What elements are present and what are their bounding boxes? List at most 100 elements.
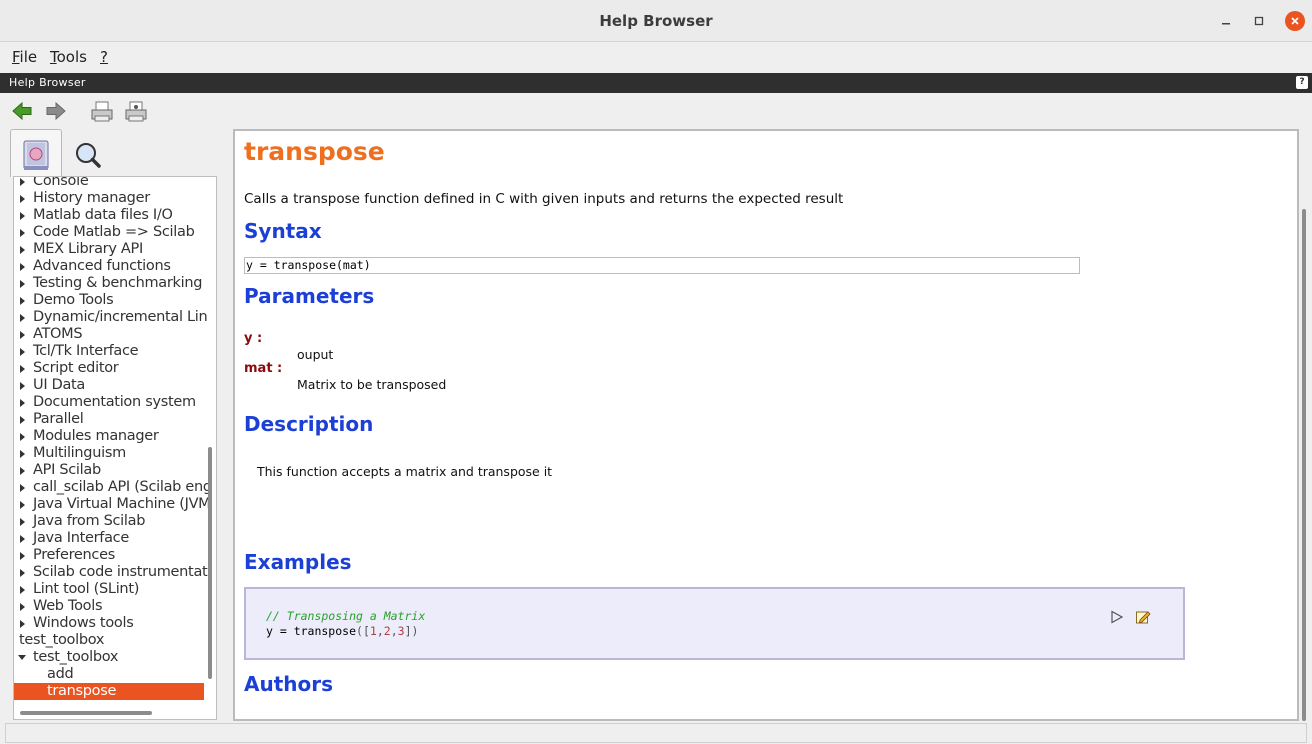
tree-item[interactable]: Dynamic/incremental Lin bbox=[14, 309, 208, 326]
tree-item[interactable]: ATOMS bbox=[14, 326, 204, 343]
tree-item[interactable]: Multilinguism bbox=[14, 445, 204, 462]
help-book-icon bbox=[23, 140, 49, 170]
tree-item[interactable]: test_toolbox bbox=[14, 632, 204, 649]
collapsed-arrow-icon[interactable] bbox=[20, 195, 25, 203]
tree-item[interactable]: Documentation system bbox=[14, 394, 204, 411]
run-example-button[interactable] bbox=[1110, 609, 1124, 628]
collapsed-arrow-icon[interactable] bbox=[20, 348, 25, 356]
collapsed-arrow-icon[interactable] bbox=[20, 399, 25, 407]
tree-item[interactable]: Code Matlab => Scilab bbox=[14, 224, 204, 241]
tree-item[interactable]: MEX Library API bbox=[14, 241, 204, 258]
tree-item-label: Preferences bbox=[33, 547, 115, 563]
tree-item-label: test_toolbox bbox=[19, 632, 105, 648]
collapsed-arrow-icon[interactable] bbox=[20, 569, 25, 577]
tree-item-label: Lint tool (SLint) bbox=[33, 581, 140, 597]
help-tree[interactable]: Console History manager Matlab data files … bbox=[13, 176, 217, 720]
tree-item[interactable]: Tcl/Tk Interface bbox=[14, 343, 204, 360]
back-button[interactable] bbox=[11, 100, 33, 126]
menu-tools[interactable]: Tools bbox=[50, 48, 87, 66]
tab-contents[interactable] bbox=[10, 129, 62, 177]
tree-item-label: Java from Scilab bbox=[33, 513, 146, 529]
tree-item[interactable]: Matlab data files I/O bbox=[14, 207, 204, 224]
collapsed-arrow-icon[interactable] bbox=[20, 535, 25, 543]
collapsed-arrow-icon[interactable] bbox=[20, 467, 25, 475]
page-title: transpose bbox=[244, 137, 385, 166]
tree-item[interactable]: Demo Tools bbox=[14, 292, 204, 309]
maximize-icon bbox=[1254, 16, 1264, 26]
collapsed-arrow-icon[interactable] bbox=[20, 501, 25, 509]
play-icon bbox=[1111, 610, 1124, 624]
menu-file[interactable]: File bbox=[12, 48, 37, 66]
tree-item-label: Matlab data files I/O bbox=[33, 207, 173, 223]
tree-item[interactable]: Java Interface bbox=[14, 530, 204, 547]
tree-vertical-scrollbar[interactable] bbox=[208, 447, 212, 679]
collapsed-arrow-icon[interactable] bbox=[20, 484, 25, 492]
tree-item-label: Dynamic/incremental Lin bbox=[33, 309, 208, 325]
content-vertical-scrollbar[interactable] bbox=[1302, 209, 1306, 721]
collapsed-arrow-icon[interactable] bbox=[20, 552, 25, 560]
collapsed-arrow-icon[interactable] bbox=[20, 433, 25, 441]
collapsed-arrow-icon[interactable] bbox=[20, 246, 25, 254]
tree-item[interactable]: Console bbox=[14, 176, 204, 190]
collapsed-arrow-icon[interactable] bbox=[20, 382, 25, 390]
tab-search[interactable] bbox=[63, 129, 115, 177]
collapsed-arrow-icon[interactable] bbox=[20, 603, 25, 611]
collapsed-arrow-icon[interactable] bbox=[20, 331, 25, 339]
maximize-button[interactable] bbox=[1249, 11, 1269, 31]
tree-item[interactable]: Testing & benchmarking bbox=[14, 275, 204, 292]
tree-item[interactable]: API Scilab bbox=[14, 462, 204, 479]
collapsed-arrow-icon[interactable] bbox=[20, 586, 25, 594]
tree-item[interactable]: Java from Scilab bbox=[14, 513, 204, 530]
edit-example-button[interactable] bbox=[1135, 609, 1151, 629]
collapsed-arrow-icon[interactable] bbox=[20, 518, 25, 526]
tree-item-label: test_toolbox bbox=[33, 649, 119, 665]
tree-item[interactable]: UI Data bbox=[14, 377, 204, 394]
collapsed-arrow-icon[interactable] bbox=[20, 178, 25, 186]
collapsed-arrow-icon[interactable] bbox=[20, 263, 25, 271]
expanded-arrow-icon[interactable] bbox=[18, 655, 26, 660]
forward-button[interactable] bbox=[45, 100, 67, 126]
print-button[interactable] bbox=[90, 100, 114, 128]
collapsed-arrow-icon[interactable] bbox=[20, 365, 25, 373]
example-code-box: // Transposing a Matrix y = transpose([1… bbox=[244, 587, 1185, 660]
tree-item[interactable]: Java Virtual Machine (JVM bbox=[14, 496, 211, 513]
tree-item-label: History manager bbox=[33, 190, 150, 206]
tree-item[interactable]: Preferences bbox=[14, 547, 204, 564]
page-setup-button[interactable] bbox=[124, 100, 148, 128]
tree-item[interactable]: History manager bbox=[14, 190, 204, 207]
collapsed-arrow-icon[interactable] bbox=[20, 416, 25, 424]
parameters-heading: Parameters bbox=[244, 284, 375, 308]
collapsed-arrow-icon[interactable] bbox=[20, 212, 25, 220]
collapsed-arrow-icon[interactable] bbox=[20, 314, 25, 322]
tree-item[interactable]: add bbox=[14, 666, 204, 683]
minimize-button[interactable] bbox=[1216, 11, 1236, 31]
dock-help-button[interactable]: ? bbox=[1296, 76, 1308, 89]
close-icon bbox=[1291, 17, 1299, 25]
menu-help[interactable]: ? bbox=[100, 48, 108, 66]
tree-item[interactable]: Advanced functions bbox=[14, 258, 204, 275]
collapsed-arrow-icon[interactable] bbox=[20, 450, 25, 458]
tree-item-label: UI Data bbox=[33, 377, 86, 393]
tree-item[interactable]: Scilab code instrumentat bbox=[14, 564, 208, 581]
tree-item[interactable]: Modules manager bbox=[14, 428, 204, 445]
tree-item[interactable]: transpose bbox=[14, 683, 204, 700]
tree-horizontal-scrollbar[interactable] bbox=[20, 711, 152, 715]
forward-arrow-icon bbox=[46, 101, 66, 121]
minimize-icon bbox=[1222, 23, 1230, 25]
tree-item[interactable]: test_toolbox bbox=[14, 649, 204, 666]
close-button[interactable] bbox=[1285, 11, 1305, 31]
collapsed-arrow-icon[interactable] bbox=[20, 620, 25, 628]
tree-item-label: MEX Library API bbox=[33, 241, 143, 257]
tree-item[interactable]: Lint tool (SLint) bbox=[14, 581, 204, 598]
tree-item[interactable]: Script editor bbox=[14, 360, 204, 377]
tree-item[interactable]: call_scilab API (Scilab eng bbox=[14, 479, 212, 496]
collapsed-arrow-icon[interactable] bbox=[20, 297, 25, 305]
tree-item-label: Tcl/Tk Interface bbox=[33, 343, 139, 359]
tree-item[interactable]: Parallel bbox=[14, 411, 204, 428]
example-comment: // Transposing a Matrix bbox=[266, 609, 426, 623]
tree-item[interactable]: Windows tools bbox=[14, 615, 204, 632]
collapsed-arrow-icon[interactable] bbox=[20, 229, 25, 237]
collapsed-arrow-icon[interactable] bbox=[20, 280, 25, 288]
tree-item[interactable]: Web Tools bbox=[14, 598, 204, 615]
tree-item-label: Console bbox=[33, 176, 89, 189]
